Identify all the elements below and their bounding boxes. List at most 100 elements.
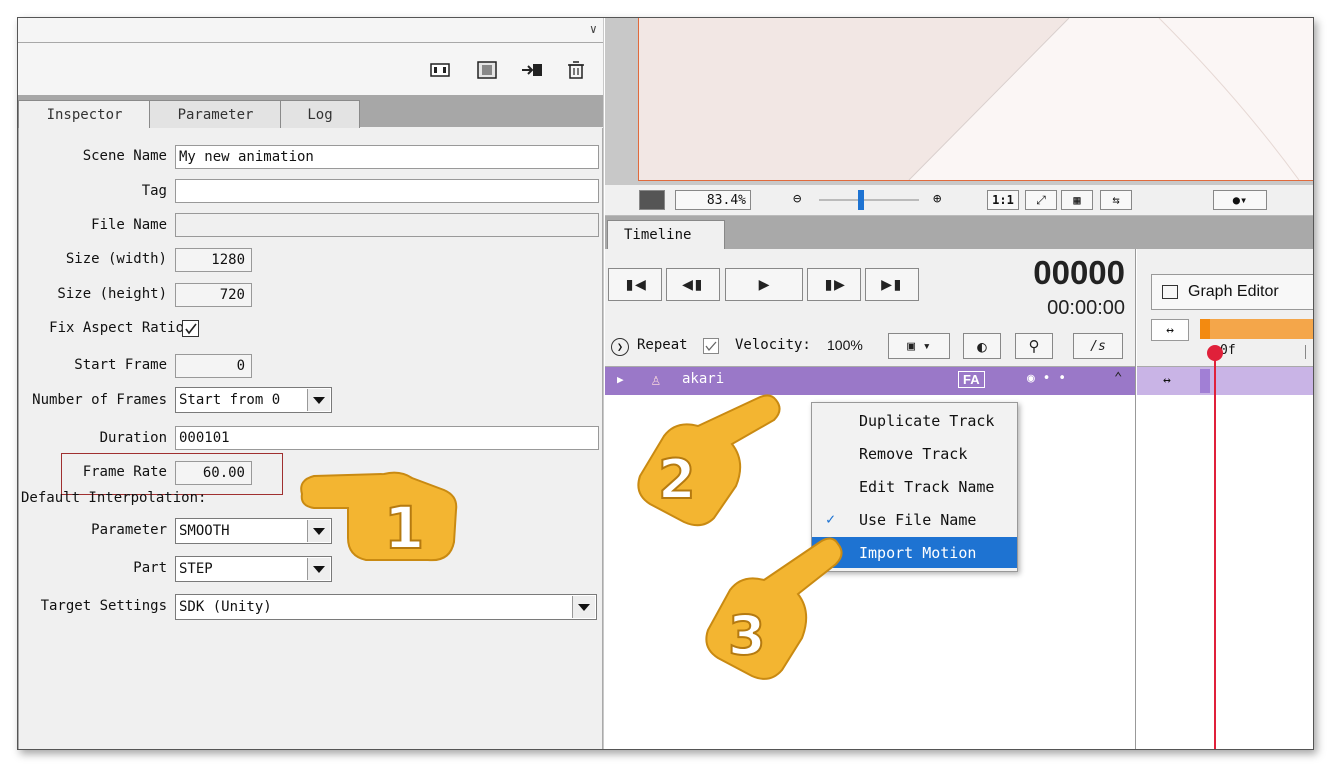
num-frames-select[interactable]: Start from 0 [175, 387, 332, 413]
chevron-down-icon[interactable]: ∨ [590, 22, 597, 36]
keyframe-track-row[interactable]: ↔ [1137, 367, 1313, 395]
play-range-bar[interactable] [1200, 319, 1313, 339]
flip-icon[interactable]: ⇆ [1100, 190, 1132, 210]
tab-inspector[interactable]: Inspector [18, 100, 151, 129]
zoom-in-icon[interactable]: ⊕ [933, 191, 941, 207]
zoom-input[interactable]: 83.4% [675, 190, 751, 210]
tab-parameter[interactable]: Parameter [149, 100, 282, 128]
fps-button[interactable]: /s [1073, 333, 1123, 359]
film-icon[interactable] [475, 59, 499, 81]
repeat-label: Repeat [637, 337, 688, 353]
chevron-right-icon[interactable]: ❯ [611, 338, 629, 356]
playhead-handle[interactable] [1207, 345, 1223, 361]
target-value: SDK (Unity) [179, 599, 272, 615]
step-back-button[interactable]: ◀▮ [666, 268, 720, 301]
preview-area [605, 18, 1313, 185]
part-value: STEP [179, 561, 213, 577]
chevron-down-icon[interactable] [307, 389, 330, 411]
grid-icon[interactable]: ▦ [1061, 190, 1093, 210]
file-name-label: File Name [91, 217, 167, 233]
expand-range-icon[interactable]: ↔ [1163, 373, 1171, 388]
track-start-handle[interactable] [1200, 369, 1210, 393]
callout-hand-1: 1 [300, 471, 458, 563]
tab-log[interactable]: Log [280, 100, 360, 128]
onion-skin-icon[interactable]: ◐ [963, 333, 1001, 359]
expand-icon[interactable]: ▶ [617, 373, 624, 386]
menu-item-remove-track[interactable]: Remove Track [812, 438, 1017, 469]
tick-mark [1305, 345, 1306, 359]
callout-number-2: 2 [658, 448, 696, 511]
character-icon: ♙ [651, 370, 661, 389]
time-counter: 00:00:00 [1047, 297, 1125, 319]
playhead-line[interactable] [1214, 352, 1216, 749]
frame-rate-label: Frame Rate [82, 464, 167, 480]
import-icon[interactable] [520, 59, 544, 81]
fix-aspect-checkbox[interactable] [182, 320, 199, 337]
tag-input[interactable] [175, 179, 599, 203]
fit-icon[interactable]: ⤢ [1025, 190, 1057, 210]
velocity-label: Velocity: [735, 337, 811, 353]
trash-icon[interactable] [564, 59, 588, 81]
fix-aspect-label: Fix Aspect Ratio [49, 320, 184, 336]
velocity-value[interactable]: 100% [827, 337, 863, 353]
view-toolbar: 83.4% ⊖ ⊕ 1:1 ⤢ ▦ ⇆ ●▾ [605, 185, 1313, 216]
zoom-slider[interactable] [819, 190, 919, 210]
menu-item-edit-track-name[interactable]: Edit Track Name [812, 471, 1017, 502]
num-frames-value: Start from 0 [179, 392, 281, 408]
actual-size-button[interactable]: 1:1 [987, 190, 1019, 210]
step-forward-button[interactable]: ▮▶ [807, 268, 861, 301]
zoom-out-icon[interactable]: ⊖ [793, 191, 801, 207]
skip-end-button[interactable]: ▶▮ [865, 268, 919, 301]
callout-number-3: 3 [728, 604, 766, 667]
panel-header: ∨ [18, 18, 603, 43]
repeat-checkbox[interactable] [703, 338, 719, 354]
track-badge[interactable]: FA [958, 371, 985, 388]
expand-range-icon[interactable]: ↔ [1151, 319, 1189, 341]
scene-name-label: Scene Name [82, 148, 167, 164]
size-width-label: Size (width) [65, 251, 167, 267]
start-frame-input[interactable]: 0 [175, 354, 252, 378]
size-height-label: Size (height) [57, 286, 167, 302]
checkmark-icon: ✓ [826, 510, 836, 528]
zoom-value: 83.4 [706, 192, 739, 208]
skip-start-button[interactable]: ▮◀ [608, 268, 662, 301]
graph-editor-button[interactable]: Graph Editor [1151, 274, 1313, 310]
play-button[interactable]: ▶ [725, 268, 803, 301]
playback-controls: ▮◀ ◀▮ ▶ ▮▶ ▶▮ 00000 00:00:00 ❯ Repeat Ve… [605, 249, 1135, 367]
part-label: Part [133, 560, 167, 576]
target-label: Target Settings [40, 598, 167, 614]
toggle-view-icon[interactable]: ●▾ [1213, 190, 1267, 210]
zoom-slider-thumb[interactable] [858, 190, 864, 210]
range-start-handle[interactable] [1200, 319, 1210, 339]
frame-rate-input[interactable]: 60.00 [175, 461, 252, 485]
menu-item-label: Use File Name [859, 510, 977, 529]
chevron-down-icon[interactable] [572, 596, 595, 618]
graph-editor-label: Graph Editor [1188, 283, 1279, 300]
timeline-tabs: Timeline [605, 216, 1313, 249]
preview-canvas[interactable] [638, 18, 1313, 181]
graph-icon [1162, 285, 1178, 299]
duration-label: Duration [99, 430, 167, 446]
size-height-input[interactable]: 720 [175, 283, 252, 307]
track-name: akari [682, 371, 725, 387]
start-frame-label: Start Frame [74, 357, 167, 373]
menu-item-duplicate-track[interactable]: Duplicate Track [812, 405, 1017, 436]
keyframe-header: Graph Editor ↔ 0f [1137, 249, 1313, 367]
checker-icon[interactable] [639, 190, 665, 210]
inspector-panel: ∨ Inspector Parameter Log Scene Name My … [18, 18, 604, 749]
eye-icon[interactable]: ◉ • • [1027, 371, 1066, 386]
add-scene-icon[interactable] [428, 59, 452, 81]
timeline-divider [1135, 249, 1136, 749]
pin-icon[interactable]: ⚲ [1015, 333, 1053, 359]
target-select[interactable]: SDK (Unity) [175, 594, 597, 620]
scene-name-input[interactable]: My new animation [175, 145, 599, 169]
size-width-input[interactable]: 1280 [175, 248, 252, 272]
inspector-tabs: Inspector Parameter Log [18, 95, 603, 129]
callout-hand-3: 3 [705, 537, 843, 680]
tab-timeline[interactable]: Timeline [607, 220, 725, 249]
loop-mode-select[interactable]: ▣ ▾ [888, 333, 950, 359]
scroll-up-icon[interactable]: ⌃ [1114, 370, 1122, 386]
num-frames-label: Number of Frames [32, 392, 167, 408]
callout-hand-2: 2 [637, 394, 781, 527]
frame-counter: 00000 [1033, 254, 1125, 291]
